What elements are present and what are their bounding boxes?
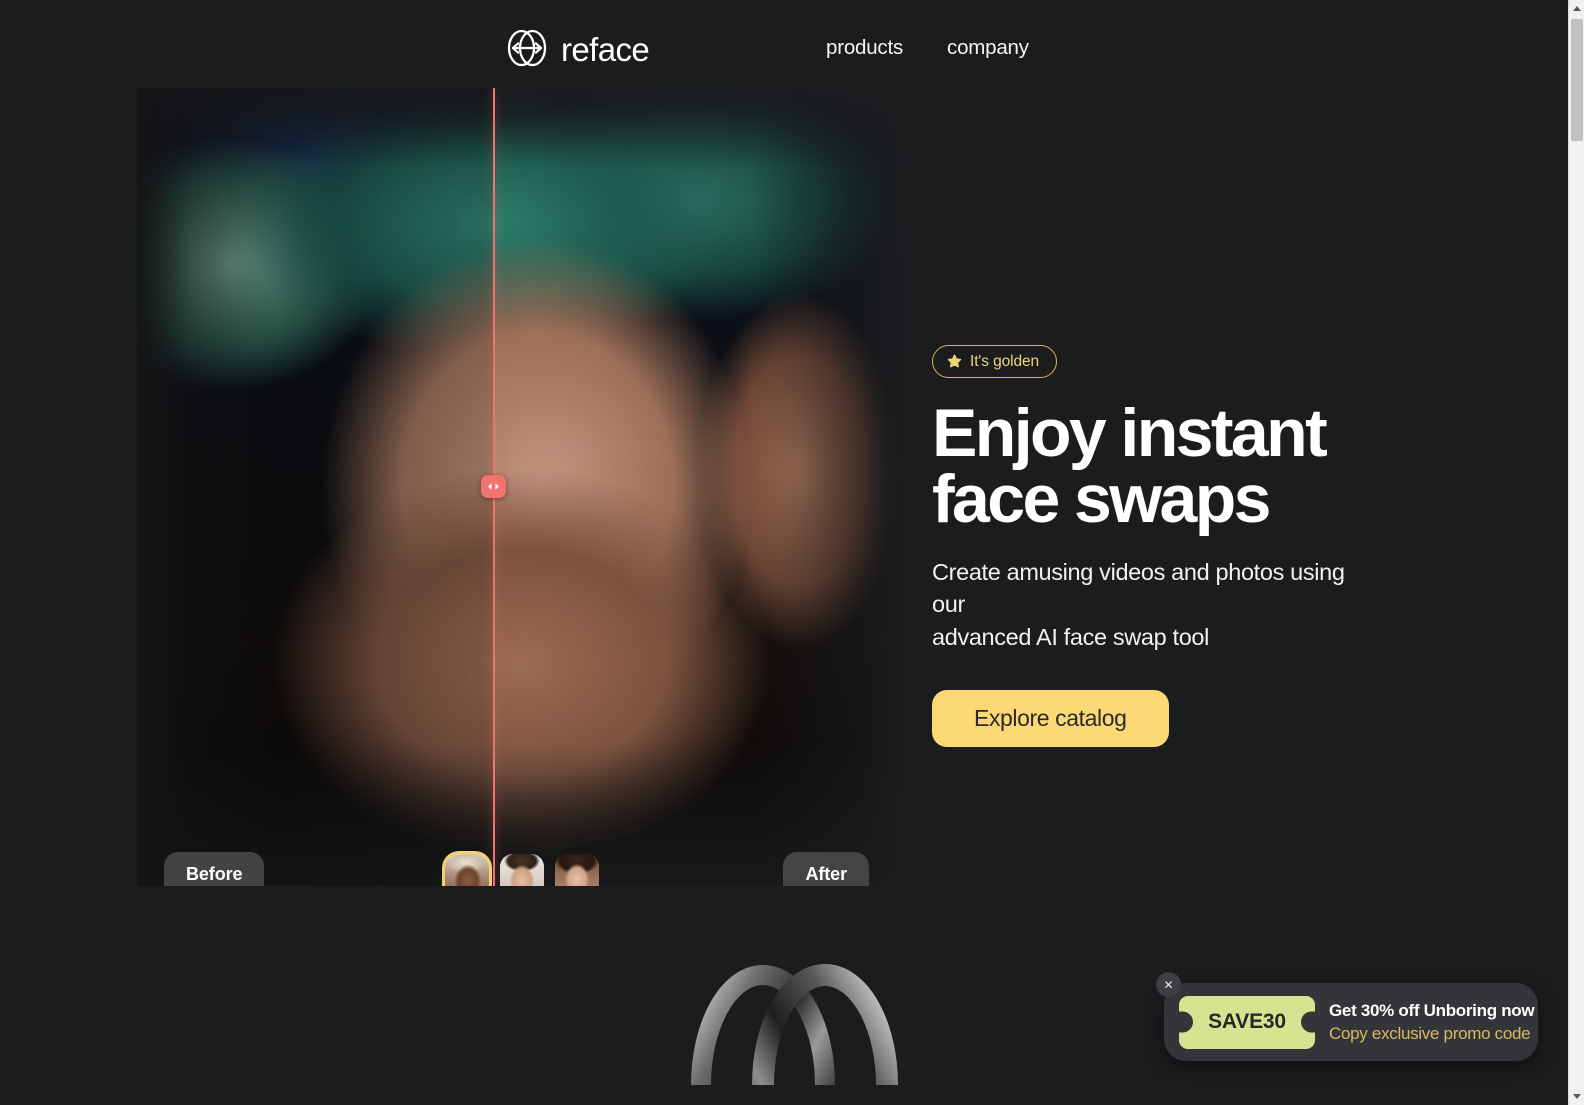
status-badge-label: It's golden	[970, 352, 1040, 370]
brand-logo-link[interactable]: reface	[505, 27, 650, 69]
nav-link-products[interactable]: products	[826, 36, 903, 60]
promo-toast: ✕ SAVE30 Get 30% off Unboring now Copy e…	[1156, 972, 1538, 1061]
hero-subtitle: Create amusing videos and photos using o…	[932, 558, 1345, 650]
page-title: Enjoy instant face swaps	[932, 395, 1328, 537]
close-icon[interactable]: ✕	[1156, 972, 1181, 997]
face-thumbnail-strip	[445, 854, 599, 886]
comparison-slider-handle[interactable]	[481, 475, 506, 498]
browser-viewport: reface products company Before After It'…	[0, 0, 1584, 1105]
status-badge[interactable]: It's golden	[932, 345, 1058, 378]
chevron-up-icon[interactable]	[1569, 0, 1584, 17]
page-content: reface products company Before After It'…	[0, 0, 1568, 1095]
before-after-comparison[interactable]: Before After	[137, 88, 907, 886]
star-icon	[947, 354, 962, 369]
face-thumb-3-image	[555, 854, 599, 886]
header-inner: reface products company	[0, 0, 1568, 98]
hero-copy: It's golden Enjoy instant face swaps Cre…	[932, 345, 1452, 748]
promo-title: Get 30% off Unboring now	[1329, 1000, 1535, 1020]
face-thumb-1-image	[445, 854, 489, 886]
face-thumb-1[interactable]	[445, 854, 489, 886]
nav-link-company[interactable]: company	[947, 36, 1029, 60]
drag-left-right-icon	[486, 482, 501, 491]
after-label: After	[783, 852, 869, 886]
chevron-down-icon[interactable]	[1569, 1088, 1584, 1105]
reface-3d-logo-decoration	[655, 935, 935, 1095]
promo-code-ticket[interactable]: SAVE30	[1179, 995, 1315, 1049]
face-thumb-3[interactable]	[555, 854, 599, 886]
explore-catalog-button[interactable]: Explore catalog	[932, 690, 1169, 748]
vertical-scroll-thumb[interactable]	[1571, 19, 1583, 141]
promo-text: Get 30% off Unboring now Copy exclusive …	[1329, 1000, 1535, 1044]
before-label: Before	[164, 852, 265, 886]
reface-infinity-globe-icon	[505, 27, 549, 69]
primary-nav: products company	[826, 36, 1029, 60]
vertical-scrollbar[interactable]	[1568, 0, 1584, 1105]
face-thumb-2[interactable]	[500, 854, 544, 886]
page-bottom-edge	[0, 1085, 1568, 1095]
promo-copy-code-link[interactable]: Copy exclusive promo code	[1329, 1024, 1534, 1044]
face-thumb-2-image	[500, 854, 544, 886]
brand-name: reface	[561, 30, 650, 68]
site-header: reface products company	[0, 0, 1568, 98]
before-image-layer	[137, 88, 493, 886]
